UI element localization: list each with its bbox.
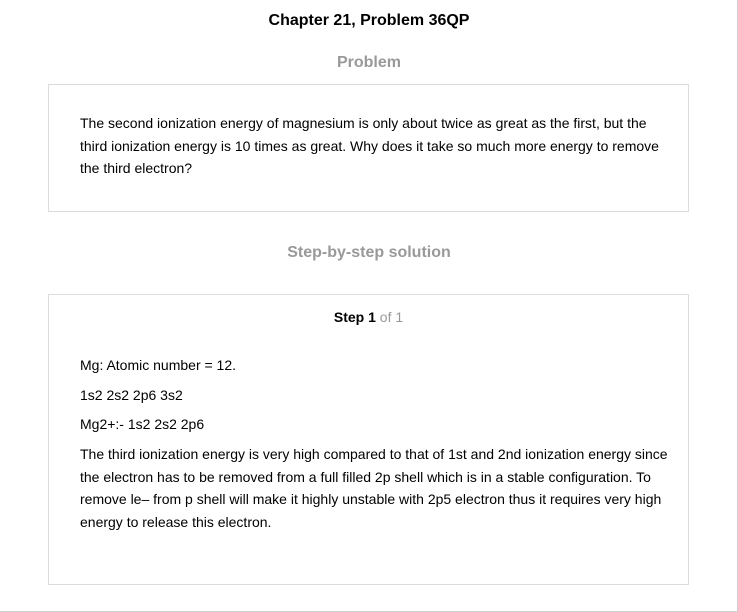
solution-heading: Step-by-step solution — [287, 244, 451, 261]
solution-card: Step 1 of 1 Mg: Atomic number = 12. 1s2 … — [48, 294, 689, 585]
solution-explanation: The third ionization energy is very high… — [80, 446, 668, 530]
step-label: Step — [333, 309, 365, 325]
page-title: Chapter 21, Problem 36QP — [268, 12, 470, 29]
solution-line-atomic-number: Mg: Atomic number = 12. — [80, 357, 237, 373]
step-number: 1 — [368, 309, 376, 325]
step-total: of 1 — [379, 309, 404, 325]
problem-heading: Problem — [336, 54, 401, 71]
step-indicator: Step 1 of 1 — [49, 308, 688, 326]
problem-text: The second ionization energy of magnesiu… — [80, 115, 659, 176]
solution-line-mg2-configuration: Mg2+:- 1s2 2s2 2p6 — [80, 416, 205, 432]
solution-line-mg-configuration: 1s2 2s2 2p6 3s2 — [80, 387, 183, 403]
problem-card: The second ionization energy of magnesiu… — [48, 84, 689, 212]
